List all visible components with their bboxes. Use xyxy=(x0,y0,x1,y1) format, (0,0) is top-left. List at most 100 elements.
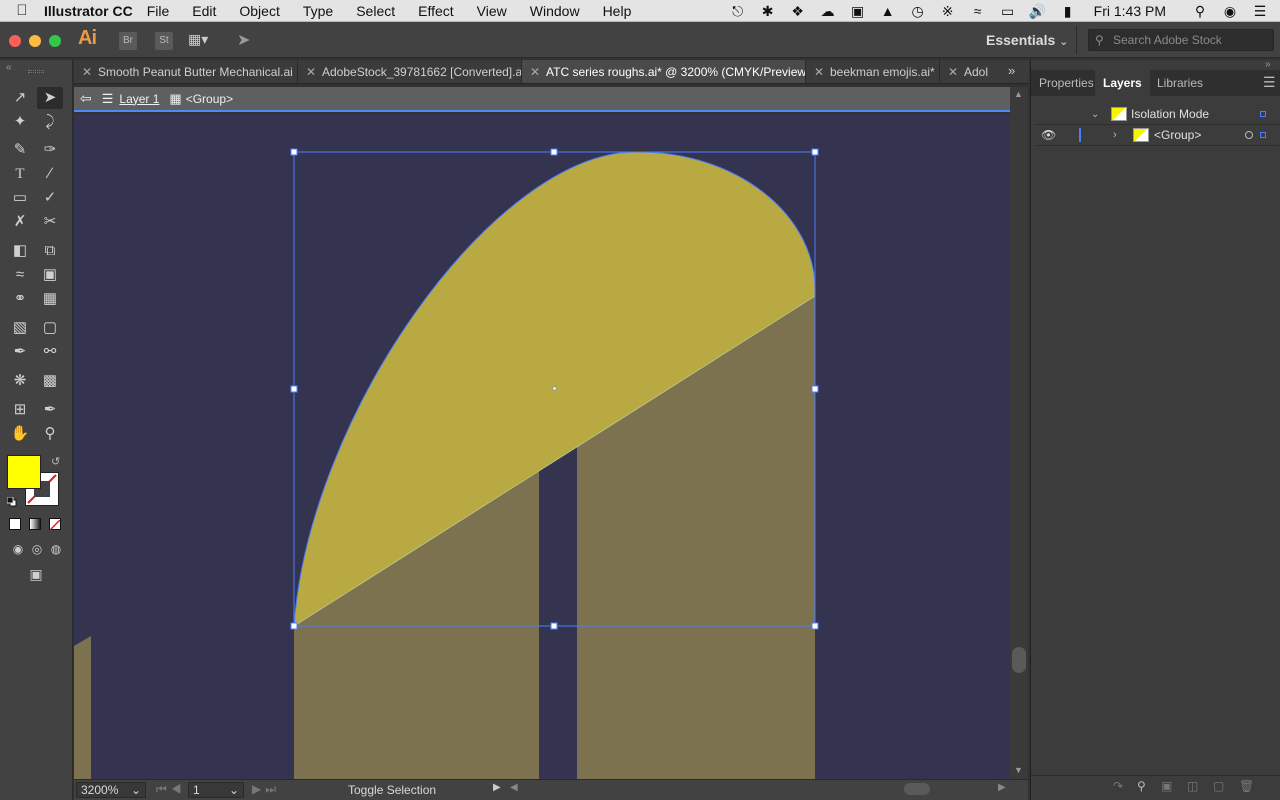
tab-document-3[interactable]: ✕ ATC series roughs.ai* @ 3200% (CMYK/Pre… xyxy=(522,60,806,83)
column-graph-tool-icon[interactable]: ▩ xyxy=(37,370,63,392)
layer-row-isolation[interactable]: ⌄ Isolation Mode xyxy=(1035,104,1279,125)
menu-type[interactable]: Type xyxy=(303,3,333,19)
menu-object[interactable]: Object xyxy=(239,3,279,19)
siri-icon[interactable]: ◉ xyxy=(1220,3,1240,20)
time-machine-icon[interactable]: ◷ xyxy=(908,3,928,20)
perspective-grid-tool-icon[interactable]: ▦ xyxy=(37,288,63,310)
locate-object-icon[interactable]: ⚲ xyxy=(1137,779,1146,793)
zoom-level-field[interactable]: 3200% ⌄ xyxy=(76,782,146,798)
left-edge-shape[interactable] xyxy=(74,636,91,779)
curvature-tool-icon[interactable]: ✑ xyxy=(37,139,63,161)
next-last-artboard-icons[interactable]: ▶⏭ xyxy=(252,782,280,797)
layer-selection-indicator[interactable] xyxy=(1260,111,1266,117)
status-menu-arrow-icon[interactable]: ▶ xyxy=(493,782,501,793)
hand-tool-icon[interactable]: ✋ xyxy=(7,423,33,445)
layer-selection-indicator[interactable] xyxy=(1260,132,1266,138)
menu-help[interactable]: Help xyxy=(603,3,632,19)
lasso-tool-icon[interactable]: ⤸ xyxy=(37,111,63,133)
scroll-left-icon[interactable]: ◀ xyxy=(510,782,518,793)
new-layer-icon[interactable]: ▢ xyxy=(1213,779,1224,793)
selection-tool-icon[interactable]: ↗ xyxy=(7,87,33,109)
mesh-tool-icon[interactable]: ▧ xyxy=(7,317,33,339)
collapse-toolbar-icon[interactable]: « xyxy=(6,62,12,73)
clipping-mask-icon[interactable]: ▣ xyxy=(1161,779,1172,793)
dropbox-icon[interactable]: ❖ xyxy=(788,3,808,20)
draw-inside-icon[interactable]: ◍ xyxy=(43,538,69,560)
minimize-window-button[interactable] xyxy=(29,35,41,47)
fill-color-swatch-front[interactable] xyxy=(7,455,41,489)
reflect-tool-icon[interactable]: ◧ xyxy=(7,240,33,262)
panel-menu-icon[interactable]: ☰ xyxy=(1263,74,1276,91)
tab-document-1[interactable]: ✕ Smooth Peanut Butter Mechanical.ai xyxy=(74,60,298,83)
apple-icon[interactable]:  xyxy=(0,2,44,19)
tab-document-4[interactable]: ✕ beekman emojis.ai* xyxy=(806,60,940,83)
menu-app-name[interactable]: Illustrator CC xyxy=(44,3,133,19)
export-icon[interactable]: ↷ xyxy=(1113,779,1123,793)
menu-effect[interactable]: Effect xyxy=(418,3,454,19)
stock-button[interactable]: St xyxy=(155,32,173,50)
scale-tool-icon[interactable]: ⧉ xyxy=(37,240,63,262)
shape-builder-tool-icon[interactable]: ⚭ xyxy=(7,288,33,310)
tab-document-2[interactable]: ✕ AdobeStock_39781662 [Converted].ai* xyxy=(298,60,522,83)
screen-mode-icon[interactable]: ▣ xyxy=(23,563,49,585)
eyedropper-tool-icon[interactable]: ✒ xyxy=(7,341,33,363)
arrange-documents-icon[interactable]: ▦▾ xyxy=(188,31,208,48)
status-info[interactable]: Toggle Selection xyxy=(348,783,436,797)
default-colors-icon[interactable] xyxy=(6,496,17,507)
window-icon[interactable]: ▣ xyxy=(848,3,868,20)
tabs-overflow-icon[interactable]: » xyxy=(1008,60,1015,82)
search-stock-input[interactable]: ⚲ Search Adobe Stock xyxy=(1088,29,1274,51)
close-tab-icon[interactable]: ✕ xyxy=(530,60,540,83)
magic-wand-tool-icon[interactable]: ✦ xyxy=(7,111,33,133)
bluetooth-icon[interactable]: ※ xyxy=(938,3,958,20)
menu-select[interactable]: Select xyxy=(356,3,395,19)
slice-tool-icon[interactable]: ✒ xyxy=(37,399,63,421)
type-tool-icon[interactable]: T xyxy=(7,163,33,185)
blend-tool-icon[interactable]: ⚯ xyxy=(37,341,63,363)
toolbar-grip[interactable] xyxy=(28,70,44,73)
direct-selection-tool-icon[interactable]: ➤ xyxy=(37,87,63,109)
zoom-tool-icon[interactable]: ⚲ xyxy=(37,423,63,445)
scissors-tool-icon[interactable]: ✂ xyxy=(37,211,63,233)
close-tab-icon[interactable]: ✕ xyxy=(306,60,316,83)
menu-window[interactable]: Window xyxy=(530,3,580,19)
none-mode-icon[interactable] xyxy=(49,518,61,531)
tab-libraries[interactable]: Libraries xyxy=(1149,70,1211,96)
close-tab-icon[interactable]: ✕ xyxy=(948,60,958,83)
scroll-down-icon[interactable]: ▼ xyxy=(1014,765,1023,775)
line-segment-tool-icon[interactable]: ∕ xyxy=(37,163,63,185)
horizontal-scroll-thumb[interactable] xyxy=(904,783,930,795)
tab-properties[interactable]: Properties xyxy=(1031,70,1102,96)
close-tab-icon[interactable]: ✕ xyxy=(814,60,824,83)
target-icon[interactable] xyxy=(1245,131,1253,139)
volume-icon[interactable]: 🔊 xyxy=(1028,3,1048,20)
bridge-button[interactable]: Br xyxy=(119,32,137,50)
scroll-thumb[interactable] xyxy=(1012,647,1026,673)
cloud-icon[interactable]: ☁ xyxy=(818,3,838,20)
swap-fill-stroke-icon[interactable]: ↺ xyxy=(51,455,60,468)
workspace-switcher[interactable]: Essentials ⌄ xyxy=(986,32,1068,48)
new-sublayer-icon[interactable]: ◫ xyxy=(1187,779,1198,793)
free-transform-tool-icon[interactable]: ▣ xyxy=(37,264,63,286)
menu-edit[interactable]: Edit xyxy=(192,3,216,19)
artboard-canvas[interactable] xyxy=(74,114,1010,779)
back-arrow-icon[interactable]: ⇦ xyxy=(80,90,92,107)
breadcrumb-layer[interactable]: Layer 1 xyxy=(119,92,159,106)
drive-icon[interactable]: ▲ xyxy=(878,3,898,19)
wifi-icon[interactable]: ≈ xyxy=(968,3,988,19)
tab-document-5[interactable]: ✕ Adol xyxy=(940,60,1000,83)
notification-list-icon[interactable]: ☰ xyxy=(1250,3,1270,20)
menu-view[interactable]: View xyxy=(477,3,507,19)
first-previous-artboard-icons[interactable]: ⏮◀ xyxy=(156,782,186,797)
spotlight-search-icon[interactable]: ⚲ xyxy=(1190,3,1210,20)
airplay-icon[interactable]: ▭ xyxy=(998,3,1018,20)
layer-row-group[interactable]: 👁 › <Group> xyxy=(1035,125,1279,146)
chevron-down-icon[interactable]: ⌄ xyxy=(1091,104,1099,125)
close-tab-icon[interactable]: ✕ xyxy=(82,60,92,83)
paintbrush-tool-icon[interactable]: ✓ xyxy=(37,187,63,209)
shaper-tool-icon[interactable]: ✗ xyxy=(7,211,33,233)
pen-tool-icon[interactable]: ✎ xyxy=(7,139,33,161)
zoom-window-button[interactable] xyxy=(49,35,61,47)
menu-file[interactable]: File xyxy=(147,3,170,19)
close-window-button[interactable] xyxy=(9,35,21,47)
